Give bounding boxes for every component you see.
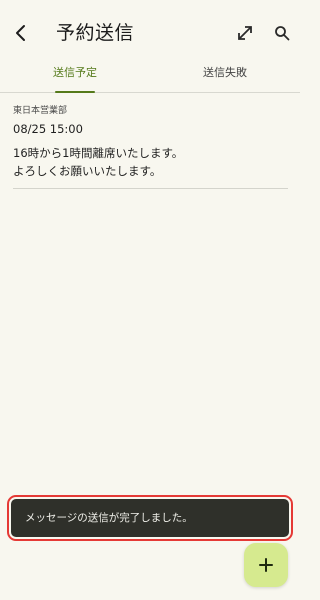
message-sender: 東日本営業部: [13, 106, 68, 116]
tab-failed-label: 送信失敗: [203, 66, 247, 79]
snackbar-text: メッセージの送信が完了しました。: [25, 512, 193, 524]
active-tab-indicator: [55, 91, 95, 93]
back-chevron-icon: [16, 25, 25, 41]
app-screen: 予約送信 送信予定 送信失敗 東日本営業部 08/25 15:00 16時から1…: [0, 0, 300, 600]
expand-arrows-icon: [238, 26, 252, 40]
message-body-line: よろしくお願いいたします。: [13, 164, 162, 178]
tab-scheduled[interactable]: 送信予定: [0, 64, 150, 93]
message-body-line: 16時から1時間離席いたします。: [13, 146, 184, 160]
snackbar: メッセージの送信が完了しました。: [11, 499, 289, 537]
search-icon: [275, 26, 290, 41]
tab-failed[interactable]: 送信失敗: [150, 64, 300, 92]
app-bar: 予約送信: [0, 0, 300, 64]
expand-button[interactable]: [233, 21, 257, 45]
add-button[interactable]: [244, 543, 288, 587]
message-body: 16時から1時間離席いたします。 よろしくお願いいたします。: [13, 144, 288, 180]
message-datetime: 08/25 15:00: [13, 122, 83, 136]
tab-scheduled-label: 送信予定: [53, 66, 97, 79]
search-button[interactable]: [270, 21, 294, 45]
tab-bar: 送信予定 送信失敗: [0, 64, 300, 93]
back-button[interactable]: [8, 20, 34, 46]
scheduled-message-item[interactable]: 東日本営業部 08/25 15:00 16時から1時間離席いたします。 よろしく…: [13, 104, 288, 180]
plus-icon: [259, 558, 273, 572]
list-divider: [13, 188, 288, 189]
page-title: 予約送信: [56, 22, 135, 44]
